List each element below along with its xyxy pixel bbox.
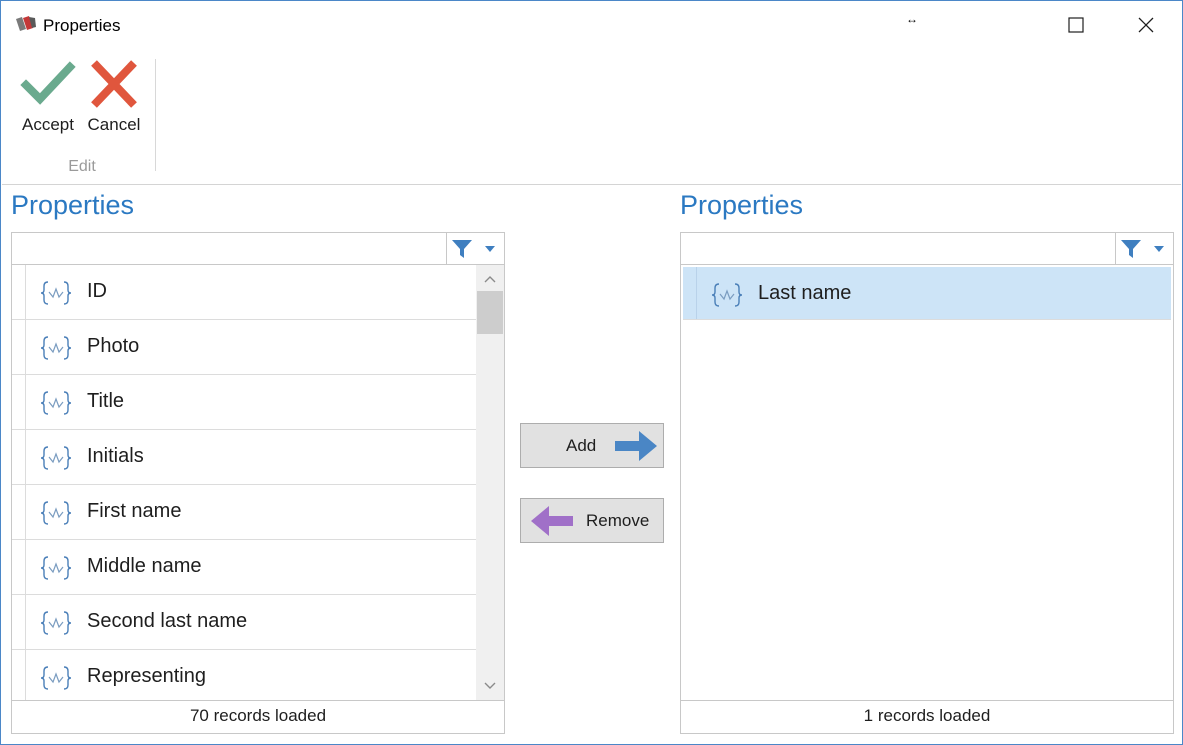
accept-button[interactable]: Accept bbox=[18, 57, 78, 137]
resize-cursor-icon: ↔ bbox=[906, 12, 918, 26]
right-filter-button[interactable] bbox=[1115, 233, 1145, 264]
filter-funnel-icon bbox=[1120, 239, 1141, 258]
right-status-bar: 1 records loaded bbox=[681, 700, 1173, 733]
available-properties-grid: ID Photo Title Initials First name Middle nam… bbox=[11, 232, 505, 734]
chevron-up-icon bbox=[484, 276, 496, 283]
close-icon bbox=[1138, 17, 1154, 33]
right-filter-dropdown[interactable] bbox=[1145, 233, 1173, 264]
list-item[interactable]: Representing bbox=[12, 650, 476, 700]
list-item[interactable]: Middle name bbox=[12, 540, 476, 595]
window-title: Properties bbox=[43, 16, 121, 35]
list-item-label: Second last name bbox=[87, 610, 248, 632]
arrow-right-icon bbox=[615, 431, 657, 461]
scroll-up-button[interactable] bbox=[476, 267, 504, 291]
row-indicator bbox=[12, 375, 26, 429]
property-braces-icon bbox=[40, 446, 72, 470]
list-item-label: Last name bbox=[758, 282, 852, 304]
ribbon-separator bbox=[155, 59, 156, 171]
list-item-label: Middle name bbox=[87, 555, 202, 577]
list-item-label: Representing bbox=[87, 665, 206, 687]
property-braces-icon bbox=[40, 611, 72, 635]
right-filter-row[interactable] bbox=[681, 233, 1173, 265]
add-label: Add bbox=[566, 436, 597, 455]
row-indicator bbox=[12, 485, 26, 539]
row-indicator bbox=[12, 430, 26, 484]
arrow-left-icon bbox=[531, 506, 573, 536]
property-braces-icon bbox=[40, 336, 72, 360]
selected-properties-grid: Last name 1 records loaded bbox=[680, 232, 1174, 734]
list-item-label: ID bbox=[87, 280, 107, 302]
right-rows: Last name bbox=[681, 265, 1173, 700]
ribbon-group-edit-label: Edit bbox=[68, 158, 96, 175]
minimize-button[interactable] bbox=[969, 1, 1039, 49]
selected-properties-title: Properties bbox=[680, 190, 804, 220]
ribbon: Accept Cancel Edit bbox=[2, 51, 1181, 185]
maximize-icon bbox=[1068, 17, 1084, 33]
row-indicator bbox=[12, 320, 26, 374]
row-indicator bbox=[12, 540, 26, 594]
cancel-button[interactable]: Cancel bbox=[84, 57, 144, 137]
title-bar: Properties ↔ bbox=[1, 1, 1182, 51]
row-indicator bbox=[12, 595, 26, 649]
list-item[interactable]: Second last name bbox=[12, 595, 476, 650]
scroll-thumb[interactable] bbox=[477, 291, 503, 334]
list-item[interactable]: First name bbox=[12, 485, 476, 540]
chevron-down-icon bbox=[484, 682, 496, 689]
left-filter-button[interactable] bbox=[446, 233, 476, 264]
property-braces-icon bbox=[40, 281, 72, 305]
available-properties-title: Properties bbox=[11, 190, 135, 220]
chevron-down-icon bbox=[485, 245, 495, 252]
property-braces-icon bbox=[40, 666, 72, 690]
cross-icon bbox=[91, 60, 137, 108]
checkmark-icon bbox=[20, 61, 76, 105]
property-braces-icon bbox=[40, 556, 72, 580]
left-scrollbar[interactable] bbox=[476, 265, 504, 700]
properties-window: Properties ↔ Accept Cancel Edit Properti… bbox=[0, 0, 1183, 745]
left-filter-dropdown[interactable] bbox=[476, 233, 504, 264]
scroll-down-button[interactable] bbox=[476, 674, 504, 698]
list-item[interactable]: ID bbox=[12, 265, 476, 320]
left-filter-row[interactable] bbox=[12, 233, 504, 265]
list-item[interactable]: Initials bbox=[12, 430, 476, 485]
maximize-button[interactable] bbox=[1041, 1, 1111, 49]
close-button[interactable] bbox=[1111, 1, 1181, 49]
filter-funnel-icon bbox=[451, 239, 472, 258]
list-item[interactable]: Last name bbox=[683, 267, 1171, 320]
list-item[interactable]: Title bbox=[12, 375, 476, 430]
list-item-label: Initials bbox=[87, 445, 144, 467]
list-item-label: First name bbox=[87, 500, 182, 522]
property-braces-icon bbox=[40, 391, 72, 415]
accept-label: Accept bbox=[22, 115, 74, 134]
row-indicator bbox=[683, 267, 697, 319]
cancel-label: Cancel bbox=[87, 115, 141, 134]
remove-button[interactable]: Remove bbox=[520, 498, 664, 543]
add-button[interactable]: Add bbox=[520, 423, 664, 468]
left-rows: ID Photo Title Initials First name Middle nam… bbox=[12, 265, 476, 700]
list-item-label: Photo bbox=[87, 335, 140, 357]
chevron-down-icon bbox=[1154, 245, 1164, 252]
left-status-bar: 70 records loaded bbox=[12, 700, 504, 733]
app-logo-icon bbox=[16, 16, 36, 31]
property-braces-icon bbox=[40, 501, 72, 525]
list-item-label: Title bbox=[87, 390, 125, 412]
property-braces-icon bbox=[711, 283, 743, 307]
list-item[interactable]: Photo bbox=[12, 320, 476, 375]
remove-label: Remove bbox=[586, 511, 650, 530]
row-indicator bbox=[12, 650, 26, 700]
row-indicator bbox=[12, 265, 26, 319]
